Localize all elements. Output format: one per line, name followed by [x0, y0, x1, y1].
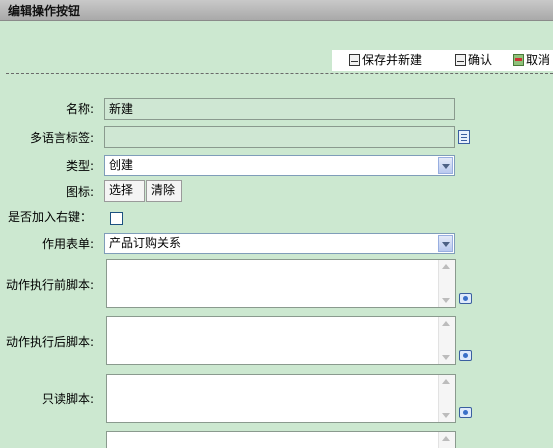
context-menu-label: 是否加入右键： [8, 210, 93, 224]
name-field[interactable]: 新建 [104, 98, 455, 120]
icon-label: 图标: [65, 185, 94, 199]
type-select[interactable]: 创建 [104, 155, 455, 176]
confirm-icon [455, 54, 466, 66]
lang-edit-icon[interactable] [458, 130, 470, 144]
scrollbar[interactable] [438, 260, 455, 307]
script-edit-icon[interactable] [459, 407, 472, 418]
scroll-up-icon[interactable] [442, 436, 450, 441]
post-script-label: 动作执行后脚本: [5, 335, 94, 349]
chevron-down-icon[interactable] [438, 235, 453, 252]
script-textarea[interactable] [106, 431, 456, 448]
target-form-select[interactable]: 产品订购关系 [104, 233, 455, 254]
scroll-up-icon[interactable] [442, 321, 450, 326]
target-form-label: 作用表单: [41, 237, 94, 251]
pre-script-label: 动作执行前脚本: [5, 278, 94, 292]
name-label: 名称: [65, 102, 94, 116]
target-form-value: 产品订购关系 [109, 236, 182, 250]
cancel-button[interactable]: 取消 [513, 52, 550, 68]
scroll-down-icon[interactable] [442, 298, 450, 303]
readonly-script-label: 只读脚本: [41, 392, 94, 406]
type-select-value: 创建 [109, 158, 134, 172]
scrollbar[interactable] [438, 432, 455, 448]
cancel-label: 取消 [526, 53, 551, 67]
window-titlebar: 编辑操作按钮 [0, 0, 553, 21]
scrollbar[interactable] [438, 317, 455, 364]
script-edit-icon[interactable] [459, 350, 472, 361]
save-icon [349, 54, 360, 66]
context-menu-checkbox[interactable] [110, 212, 123, 225]
scroll-up-icon[interactable] [442, 379, 450, 384]
confirm-label: 确认 [468, 53, 493, 67]
save-new-label: 保存并新建 [362, 53, 423, 67]
window-title: 编辑操作按钮 [8, 4, 81, 18]
lang-field[interactable] [104, 126, 455, 148]
scroll-down-icon[interactable] [442, 413, 450, 418]
cancel-icon [513, 54, 524, 66]
icon-clear-button[interactable]: 清除 [146, 180, 182, 202]
post-script-textarea[interactable] [106, 316, 456, 365]
readonly-script-textarea[interactable] [106, 374, 456, 423]
toolbar: 保存并新建 确认 取消 [332, 50, 553, 71]
lang-label: 多语言标签: [29, 131, 94, 145]
script-edit-icon[interactable] [459, 293, 472, 304]
toolbar-divider [6, 73, 553, 74]
scrollbar[interactable] [438, 375, 455, 422]
save-new-button[interactable]: 保存并新建 [349, 52, 422, 68]
icon-select-button[interactable]: 选择 [104, 180, 145, 202]
chevron-down-icon[interactable] [438, 157, 453, 174]
type-label: 类型: [65, 159, 94, 173]
pre-script-textarea[interactable] [106, 259, 456, 308]
scroll-up-icon[interactable] [442, 264, 450, 269]
scroll-down-icon[interactable] [442, 355, 450, 360]
confirm-button[interactable]: 确认 [455, 52, 492, 68]
